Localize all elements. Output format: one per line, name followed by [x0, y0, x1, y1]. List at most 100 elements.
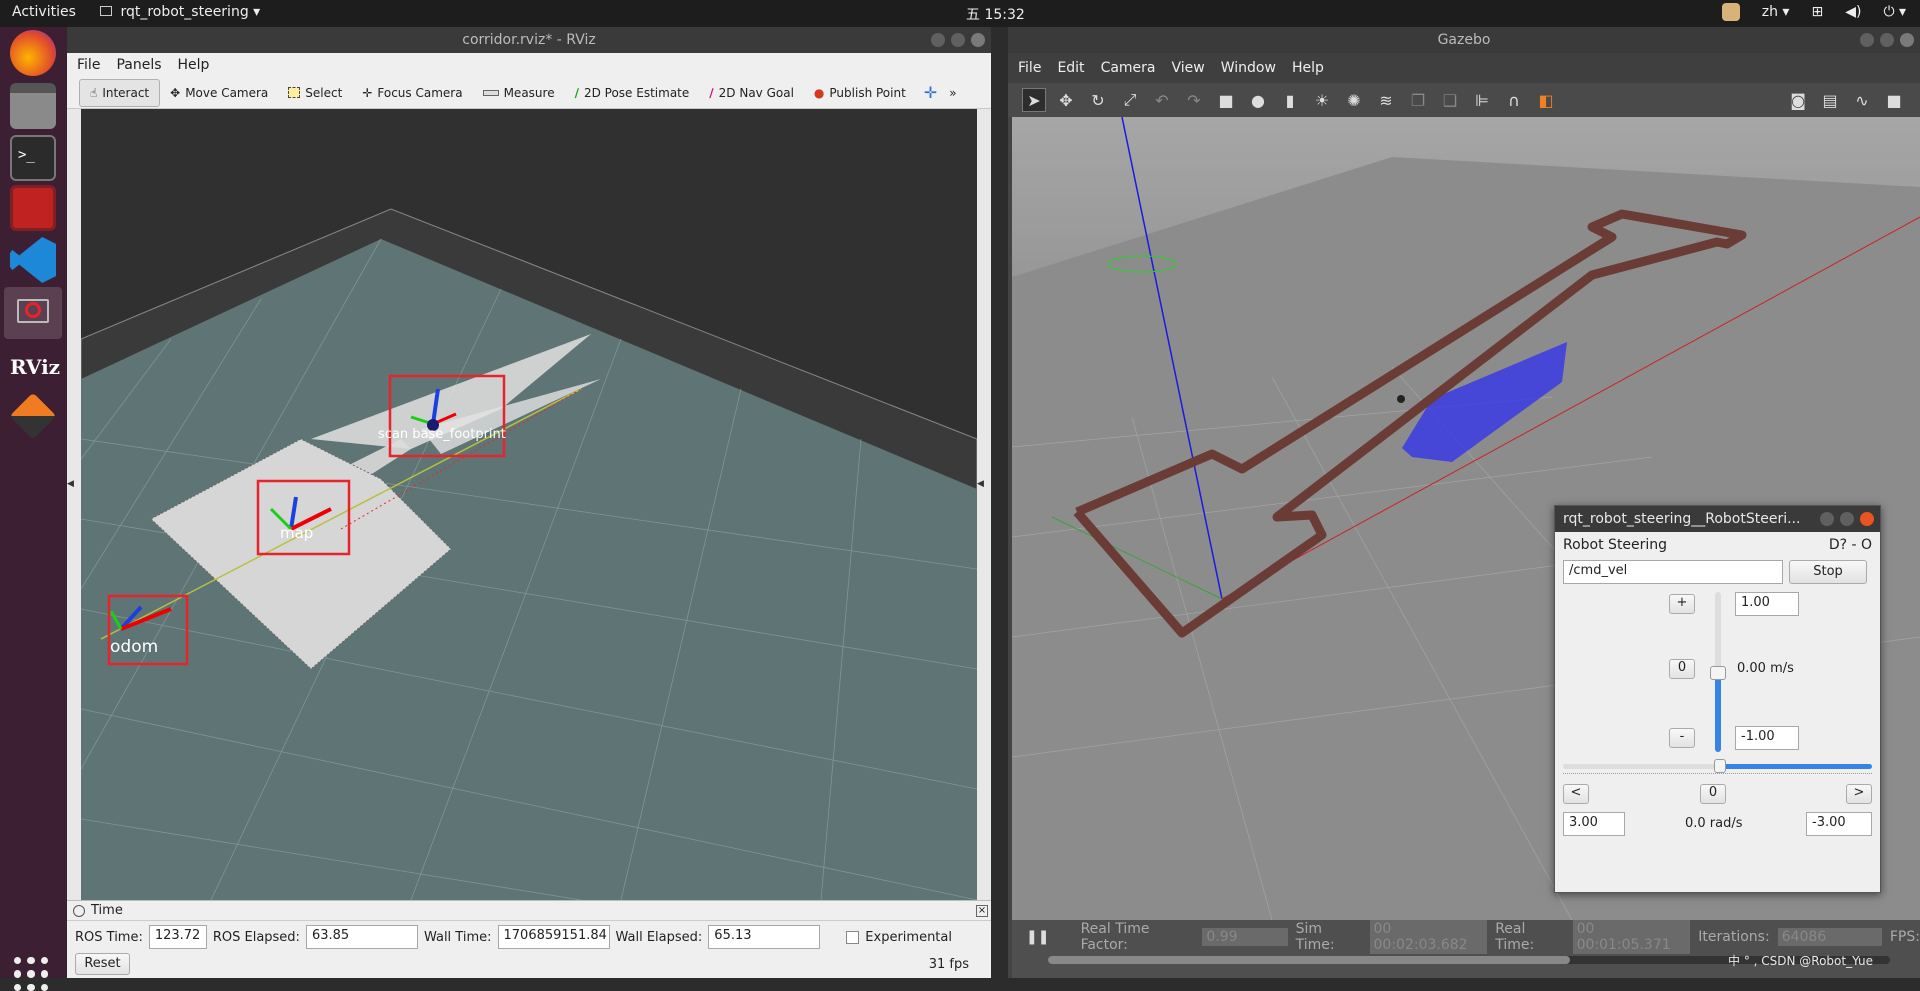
- volume-icon[interactable]: ◀): [1845, 4, 1861, 20]
- directional-light-icon[interactable]: ≋: [1374, 88, 1398, 112]
- files-icon[interactable]: [10, 83, 56, 129]
- angular-right-button[interactable]: >: [1846, 784, 1872, 804]
- angular-slider[interactable]: [1563, 756, 1872, 778]
- show-apps-icon[interactable]: [14, 957, 48, 991]
- min-angular-field[interactable]: -3.00: [1806, 812, 1872, 836]
- align-icon[interactable]: ⊫: [1470, 88, 1494, 112]
- redo-icon[interactable]: ↷: [1182, 88, 1206, 112]
- ros-elapsed-field[interactable]: 63.85: [305, 925, 418, 949]
- rviz-title-bar[interactable]: corridor.rviz* - RViz: [67, 27, 991, 53]
- gazebo-title-bar[interactable]: Gazebo: [1008, 27, 1920, 53]
- close-icon[interactable]: [1860, 512, 1874, 526]
- max-linear-field[interactable]: 1.00: [1735, 592, 1799, 616]
- minimize-icon[interactable]: [931, 33, 945, 47]
- tool-label: Select: [305, 85, 343, 100]
- spot-light-icon[interactable]: ✺: [1342, 88, 1366, 112]
- menu-file[interactable]: File: [1018, 60, 1041, 76]
- close-panel-icon[interactable]: ×: [976, 904, 988, 917]
- menu-window[interactable]: Window: [1221, 60, 1276, 76]
- menu-camera[interactable]: Camera: [1101, 60, 1156, 76]
- tool-interact[interactable]: ☝ Interact: [79, 78, 161, 107]
- cylinder-icon[interactable]: ▮: [1278, 88, 1302, 112]
- minimize-icon[interactable]: [1860, 33, 1874, 47]
- terminal-icon[interactable]: >_: [10, 135, 56, 181]
- rviz-3d-view[interactable]: ◀ ◀ odom map scan base_footprint: [67, 109, 991, 900]
- linear-minus-button[interactable]: -: [1669, 728, 1695, 748]
- pause-icon[interactable]: ❚❚: [1026, 929, 1049, 945]
- copy-icon[interactable]: ❐: [1406, 88, 1430, 112]
- rviz-scene: [81, 109, 977, 900]
- tool-move-camera[interactable]: ✥ Move Camera: [160, 79, 278, 107]
- plugin-help-icons[interactable]: D? - O: [1829, 537, 1872, 553]
- paste-icon[interactable]: ❑: [1438, 88, 1462, 112]
- angular-zero-button[interactable]: 0: [1700, 784, 1726, 804]
- linear-slider[interactable]: [1710, 592, 1726, 752]
- wall-elapsed-field[interactable]: 65.13: [708, 925, 821, 949]
- tool-focus-camera[interactable]: ✛ Focus Camera: [352, 79, 472, 107]
- stop-button[interactable]: Stop: [1789, 560, 1867, 584]
- maximize-icon[interactable]: [951, 33, 965, 47]
- menu-file[interactable]: File: [77, 57, 100, 73]
- gazebo-icon[interactable]: [9, 392, 57, 440]
- close-icon[interactable]: [971, 33, 985, 47]
- select-mode-icon[interactable]: ➤: [1022, 88, 1046, 112]
- menu-help[interactable]: Help: [1292, 60, 1324, 76]
- language-selector[interactable]: zh ▾: [1762, 4, 1790, 20]
- rotate-icon[interactable]: ↻: [1086, 88, 1110, 112]
- rviz-icon[interactable]: RViz: [10, 345, 60, 391]
- app-menu[interactable]: rqt_robot_steering ▾: [100, 4, 260, 20]
- firefox-icon[interactable]: [10, 30, 56, 76]
- linear-zero-button[interactable]: 0: [1669, 659, 1695, 679]
- point-light-icon[interactable]: ☀: [1310, 88, 1334, 112]
- scale-icon[interactable]: ⤢: [1118, 88, 1142, 112]
- wall-time-field[interactable]: 1706859151.84: [497, 925, 610, 949]
- rtf-value: 0.99: [1202, 928, 1288, 946]
- reset-button[interactable]: Reset: [75, 953, 130, 975]
- cat-icon[interactable]: [1721, 3, 1740, 21]
- menu-view[interactable]: View: [1172, 60, 1205, 76]
- angular-left-button[interactable]: <: [1563, 784, 1589, 804]
- linear-slider-handle[interactable]: [1710, 666, 1726, 680]
- undo-icon[interactable]: ↶: [1150, 88, 1174, 112]
- left-collapse-handle[interactable]: ◀: [67, 109, 81, 900]
- angular-slider-handle[interactable]: [1714, 759, 1727, 773]
- tool-measure[interactable]: Measure: [473, 79, 565, 107]
- clock[interactable]: 五 15:32: [966, 4, 1025, 24]
- add-tool-button[interactable]: ✛: [916, 79, 945, 107]
- maximize-icon[interactable]: [1880, 33, 1894, 47]
- minimize-icon[interactable]: [1820, 512, 1834, 526]
- min-linear-field[interactable]: -1.00: [1735, 726, 1799, 750]
- toolbar-overflow-icon[interactable]: »: [945, 79, 960, 107]
- view-angle-icon[interactable]: ◧: [1534, 88, 1558, 112]
- activities-button[interactable]: Activities: [12, 4, 76, 20]
- log-icon[interactable]: ▤: [1818, 88, 1842, 112]
- video-icon[interactable]: ■: [1882, 88, 1906, 112]
- sphere-icon[interactable]: ●: [1246, 88, 1270, 112]
- linear-plus-button[interactable]: +: [1669, 594, 1695, 614]
- snap-icon[interactable]: ∩: [1502, 88, 1526, 112]
- experimental-checkbox[interactable]: [846, 930, 860, 944]
- vscode-icon[interactable]: [10, 237, 56, 283]
- steering-title-bar[interactable]: rqt_robot_steering__RobotSteeri...: [1555, 506, 1880, 532]
- terminator-icon[interactable]: [10, 185, 56, 231]
- network-icon[interactable]: ⊞: [1811, 4, 1823, 20]
- ros-time-field[interactable]: 123.72: [148, 925, 207, 949]
- translate-icon[interactable]: ✥: [1054, 88, 1078, 112]
- tool-select[interactable]: Select: [278, 79, 352, 107]
- topic-input[interactable]: /cmd_vel: [1563, 560, 1783, 584]
- menu-help[interactable]: Help: [178, 57, 210, 73]
- tool-2d-nav-goal[interactable]: ∕ 2D Nav Goal: [699, 79, 804, 107]
- menu-edit[interactable]: Edit: [1057, 60, 1084, 76]
- tool-2d-pose-estimate[interactable]: ∕ 2D Pose Estimate: [565, 79, 700, 107]
- plot-icon[interactable]: ∿: [1850, 88, 1874, 112]
- maximize-icon[interactable]: [1840, 512, 1854, 526]
- rqt-icon[interactable]: [4, 287, 62, 339]
- close-icon[interactable]: [1900, 33, 1914, 47]
- tool-publish-point[interactable]: ● Publish Point: [804, 79, 916, 107]
- right-collapse-handle[interactable]: ◀: [977, 109, 991, 900]
- max-angular-field[interactable]: 3.00: [1563, 812, 1625, 836]
- box-icon[interactable]: ■: [1214, 88, 1238, 112]
- menu-panels[interactable]: Panels: [116, 57, 161, 73]
- screenshot-icon[interactable]: ◙: [1786, 88, 1810, 112]
- power-icon[interactable]: ⏻ ▾: [1883, 4, 1906, 20]
